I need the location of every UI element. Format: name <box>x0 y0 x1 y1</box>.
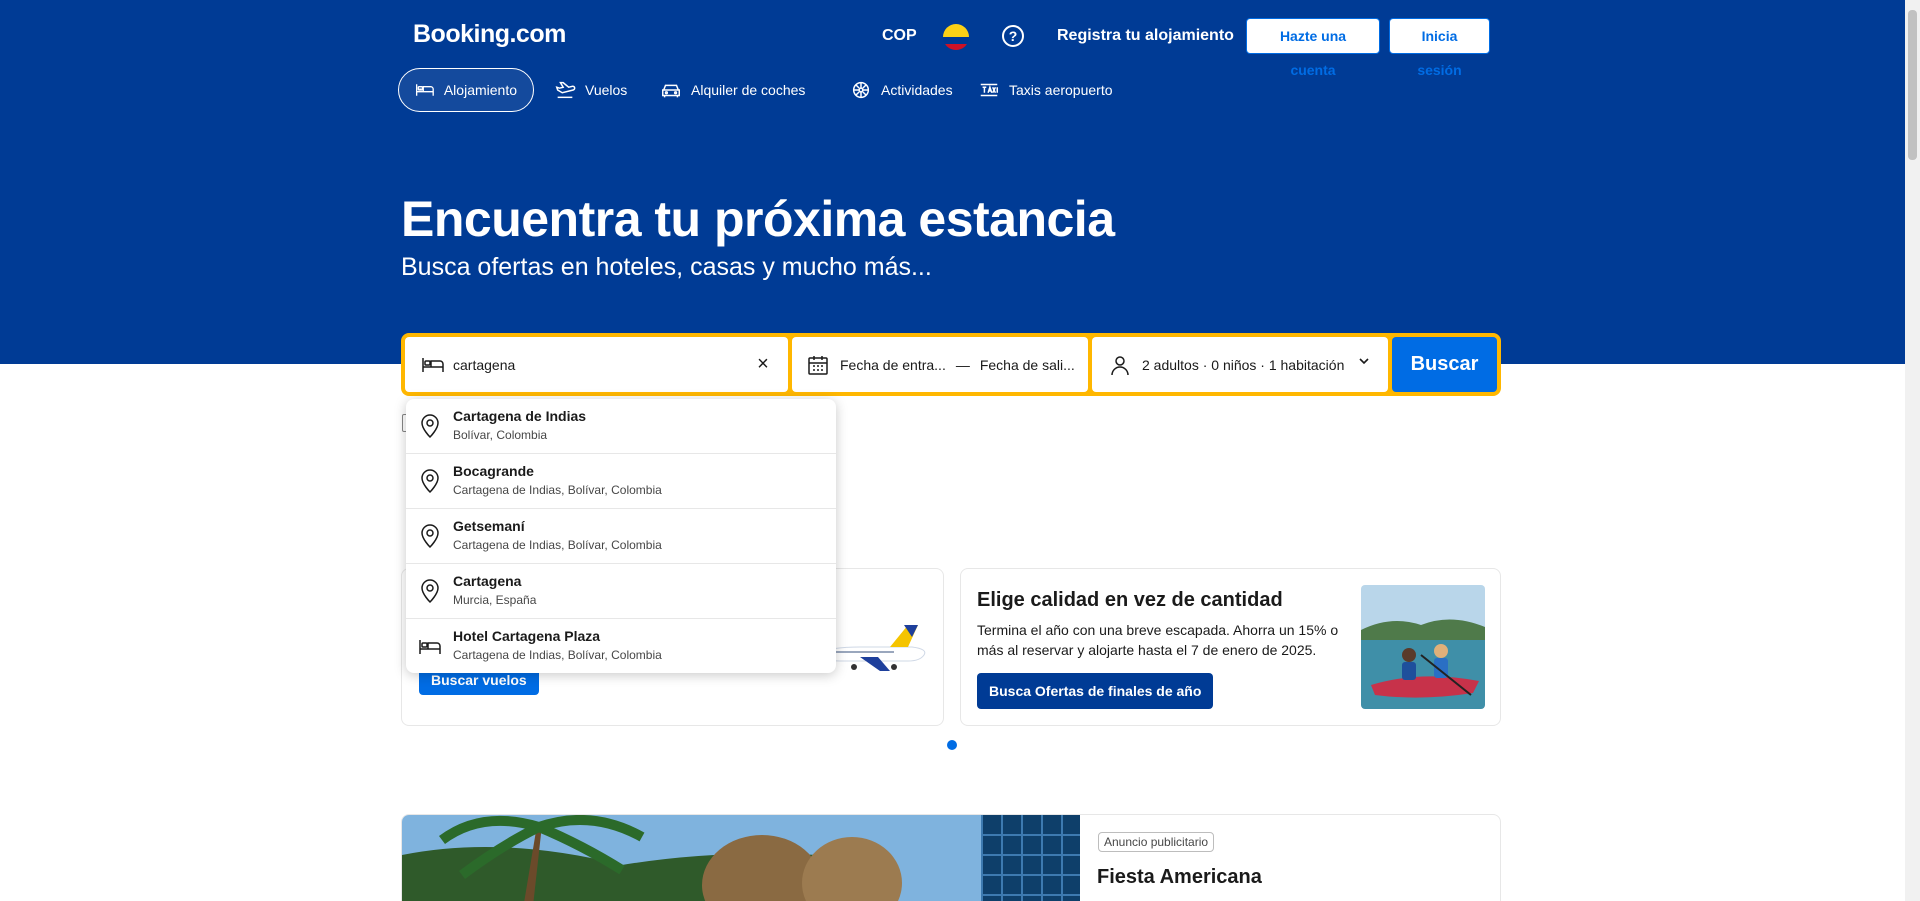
location-pin-icon <box>421 469 439 494</box>
tab-label: Alojamiento <box>443 82 517 98</box>
search-bar: × Fecha de entra... — Fecha de sali... 2… <box>401 333 1501 396</box>
quality-promo-card: Elige calidad en vez de cantidad Termina… <box>960 568 1501 726</box>
scrollbar-thumb[interactable] <box>1908 10 1917 160</box>
tab-alojamiento[interactable]: Alojamiento <box>398 68 534 112</box>
suggestion-title: Bocagrande <box>453 463 534 479</box>
dates-field[interactable]: Fecha de entra... — Fecha de sali... <box>792 337 1088 392</box>
ad-label: Anuncio publicitario <box>1098 832 1215 852</box>
promo-title: Elige calidad en vez de cantidad <box>977 589 1283 611</box>
attractions-icon <box>852 81 870 99</box>
date-separator: — <box>955 356 970 373</box>
suggestion-title: Getsemaní <box>453 518 525 534</box>
suggestion-text: Getsemaní Cartagena de Indias, Bolívar, … <box>453 518 662 552</box>
ad-banner[interactable]: Anuncio publicitario Fiesta Americana <box>401 814 1501 901</box>
hero-background <box>0 0 1905 364</box>
suggestion-text: Cartagena Murcia, España <box>453 573 536 607</box>
ad-title[interactable]: Fiesta Americana <box>1097 866 1262 889</box>
suggestion-subtitle: Cartagena de Indias, Bolívar, Colombia <box>453 483 662 497</box>
airplane-illustration <box>820 625 926 671</box>
search-button[interactable]: Buscar <box>1392 337 1497 392</box>
bed-icon <box>422 357 444 372</box>
tab-vuelos[interactable]: Vuelos <box>538 68 643 112</box>
car-icon <box>662 84 680 98</box>
suggestion-subtitle: Cartagena de Indias, Bolívar, Colombia <box>453 538 662 552</box>
suggestion-subtitle: Cartagena de Indias, Bolívar, Colombia <box>453 648 662 662</box>
suggestion-item[interactable]: Cartagena Murcia, España <box>406 564 836 619</box>
location-pin-icon <box>421 524 439 549</box>
create-account-button[interactable]: Hazte una cuenta <box>1246 18 1380 78</box>
bed-icon <box>415 84 434 96</box>
suggestion-item[interactable]: Getsemaní Cartagena de Indias, Bolívar, … <box>406 509 836 564</box>
page-scrollbar[interactable] <box>1905 0 1920 901</box>
year-end-deals-button[interactable]: Busca Ofertas de finales de año <box>977 673 1214 709</box>
suggestion-title: Hotel Cartagena Plaza <box>453 628 601 644</box>
calendar-icon <box>808 355 828 375</box>
tab-alquiler-coches[interactable]: Alquiler de coches <box>644 68 821 112</box>
suggestion-subtitle: Murcia, España <box>453 593 537 607</box>
person-icon <box>1111 355 1129 375</box>
login-button[interactable]: Inicia sesión <box>1389 18 1490 78</box>
help-icon[interactable]: ? <box>1002 25 1024 47</box>
tab-label: Alquiler de coches <box>691 82 806 98</box>
suggestion-item[interactable]: Bocagrande Cartagena de Indias, Bolívar,… <box>406 454 836 509</box>
suggestion-item[interactable]: Hotel Cartagena Plaza Cartagena de India… <box>406 619 836 673</box>
destination-field[interactable]: × <box>405 337 788 392</box>
ad-resort-photo <box>402 815 1080 901</box>
suggestion-title: Cartagena de Indias <box>453 408 587 424</box>
location-pin-icon <box>421 579 439 604</box>
hero-subtitle: Busca ofertas en hoteles, casas y mucho … <box>401 253 932 281</box>
suggestion-subtitle: Bolívar, Colombia <box>453 428 548 442</box>
booking-logo[interactable]: Booking.com <box>413 20 566 49</box>
colombia-flag-icon[interactable] <box>943 24 969 50</box>
guests-label: 2 adultos · 0 niños · 1 habitación <box>1142 356 1345 373</box>
tab-label: Vuelos <box>585 82 628 98</box>
destination-input[interactable] <box>453 356 743 373</box>
tab-label: Actividades <box>881 82 953 98</box>
guests-field[interactable]: 2 adultos · 0 niños · 1 habitación <box>1092 337 1388 392</box>
bed-icon <box>419 640 441 654</box>
destination-suggestions: Cartagena de Indias Bolívar, Colombia Bo… <box>406 399 836 673</box>
tab-actividades[interactable]: Actividades <box>834 68 969 112</box>
hero-title: Encuentra tu próxima estancia <box>401 191 1115 247</box>
clear-destination-button[interactable]: × <box>752 353 774 375</box>
location-pin-icon <box>421 414 439 439</box>
checkout-label[interactable]: Fecha de sali... <box>980 357 1075 373</box>
carousel-dot[interactable] <box>947 740 957 750</box>
suggestion-title: Cartagena <box>453 573 522 589</box>
suggestion-text: Cartagena de Indias Bolívar, Colombia <box>453 408 586 442</box>
taxi-icon <box>980 83 998 97</box>
suggestion-item[interactable]: Cartagena de Indias Bolívar, Colombia <box>406 399 836 454</box>
checkin-label[interactable]: Fecha de entra... <box>840 357 946 373</box>
suggestion-text: Bocagrande Cartagena de Indias, Bolívar,… <box>453 463 662 497</box>
register-property-link[interactable]: Registra tu alojamiento <box>1057 27 1234 45</box>
promo-description: Termina el año con una breve escapada. A… <box>977 622 1339 658</box>
chevron-down-icon <box>1359 358 1369 365</box>
plane-icon <box>555 81 576 99</box>
currency-selector[interactable]: COP <box>882 27 917 45</box>
tab-label: Taxis aeropuerto <box>1009 82 1113 98</box>
suggestion-text: Hotel Cartagena Plaza Cartagena de India… <box>453 628 662 662</box>
kayak-photo <box>1361 585 1485 709</box>
tab-taxis[interactable]: Taxis aeropuerto <box>962 68 1129 112</box>
